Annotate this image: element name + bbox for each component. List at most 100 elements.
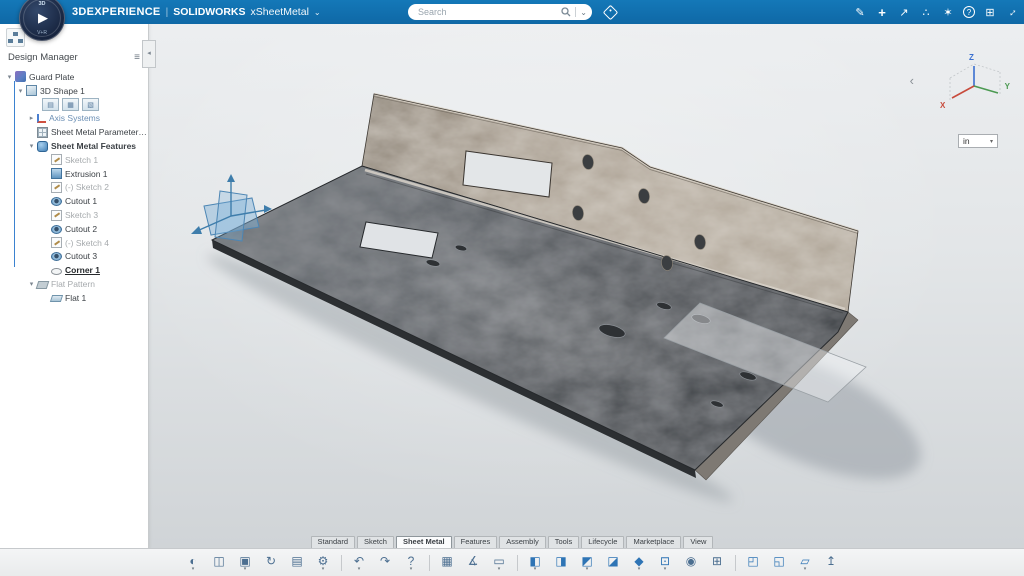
add-content-icon[interactable]: + <box>875 5 889 20</box>
sheet-setup-icon[interactable]: ▤ <box>286 551 309 574</box>
tree-item[interactable]: Cutout 3 <box>0 250 148 264</box>
tree-item[interactable]: Extrusion 1 <box>0 167 148 181</box>
sketched-bend-tool-icon[interactable]: ◪ <box>602 551 625 574</box>
tree-item[interactable]: Sheet Metal Parameters 1 <box>0 125 148 139</box>
app-grid-icon[interactable]: ⊞ <box>983 6 997 19</box>
view-mode-icon[interactable]: ◐ ▾ <box>182 551 205 574</box>
toolbar-divider <box>735 555 736 571</box>
tree-item[interactable]: ▾ 3D Shape 1 <box>0 84 148 98</box>
y-axis-label: Y <box>1005 82 1010 91</box>
dropdown-caret-icon: ▾ <box>322 567 325 571</box>
annotate-pen-icon[interactable]: ✎ <box>853 6 867 19</box>
section-view-icon[interactable]: ◫ <box>208 551 231 574</box>
unfold-tool-icon[interactable]: ◰ <box>742 551 765 574</box>
3d-viewport[interactable]: ‹ Z Y X in ▾ <box>149 24 1024 549</box>
app-switch-chevron-icon[interactable]: ⌄ <box>314 8 321 17</box>
dropdown-caret-icon: ▾ <box>498 567 501 571</box>
assistant-wand-icon[interactable]: ✶ <box>941 6 955 19</box>
cutout-icon <box>51 252 62 261</box>
search-icon[interactable] <box>561 7 571 17</box>
sheet-metal-part[interactable] <box>149 24 1024 549</box>
expander-icon[interactable]: ▾ <box>27 142 36 150</box>
flat-icon <box>50 295 63 302</box>
representation-shaded-icon[interactable] <box>42 98 59 111</box>
view-orientation-triad[interactable]: Z Y X <box>938 56 1010 118</box>
hole-tool-icon[interactable]: ◉ <box>680 551 703 574</box>
update-icon[interactable]: ↻ <box>260 551 283 574</box>
extrusion-icon <box>51 168 62 179</box>
corner-tool-icon[interactable]: ◆ ▾ <box>628 551 651 574</box>
save-icon[interactable]: ▣ ▾ <box>234 551 257 574</box>
app-title: 3DEXPERIENCE | SOLIDWORKS xSheetMetal ⌄ <box>72 0 321 24</box>
triad-axes <box>938 56 1010 116</box>
hem-tool-icon[interactable]: ◨ <box>550 551 573 574</box>
tag-icon[interactable] <box>603 5 619 21</box>
tree-item[interactable]: (-) Sketch 2 <box>0 181 148 195</box>
tree-item[interactable]: Cutout 2 <box>0 222 148 236</box>
help-tool-icon[interactable]: ? ▾ <box>400 551 423 574</box>
flange-tool-icon[interactable]: ◧ ▾ <box>524 551 547 574</box>
dropdown-caret-icon: ▾ <box>358 567 361 571</box>
panel-header: Design Manager ≡ <box>0 50 148 67</box>
dropdown-caret-icon: ▾ <box>192 567 195 571</box>
redo-icon[interactable]: ↷ <box>374 551 397 574</box>
network-apps-icon[interactable]: ∴ <box>919 6 933 19</box>
topbar-actions: ✎ + ↗ ∴ ✶? ⊞ ↔ <box>853 0 1019 24</box>
tree-item[interactable]: Corner 1 <box>0 263 148 277</box>
tree-item[interactable]: ▾ Flat Pattern <box>0 277 148 291</box>
dropdown-caret-icon: ▾ <box>586 567 589 571</box>
undo-icon[interactable]: ↶ ▾ <box>348 551 371 574</box>
tree-item[interactable]: ▸ Axis Systems <box>0 112 148 126</box>
expander-icon[interactable]: ▾ <box>16 87 25 95</box>
representation-buttons <box>0 98 148 112</box>
bom-table-icon[interactable]: ▦ <box>436 551 459 574</box>
tree-item[interactable]: ▾ Guard Plate <box>0 70 148 84</box>
flat-pattern-icon <box>36 281 50 289</box>
search-box: ⌄ <box>408 4 592 20</box>
export-tool-icon[interactable]: ↥ <box>820 551 843 574</box>
tree-item[interactable]: (-) Sketch 4 <box>0 236 148 250</box>
application-window: 3DEXPERIENCE | SOLIDWORKS xSheetMetal ⌄ … <box>0 0 1024 576</box>
tree-item[interactable]: Sketch 1 <box>0 153 148 167</box>
expander-icon[interactable]: ▾ <box>27 280 36 288</box>
representation-wireframe-icon[interactable] <box>82 98 99 111</box>
design-manager-panel: Design Manager ≡ ▾ Guard Plate ▾ 3D Shap… <box>0 24 149 549</box>
cutout-icon <box>51 197 62 206</box>
sketch-icon <box>51 182 62 193</box>
search-divider <box>575 7 576 17</box>
expander-icon[interactable]: ▸ <box>27 114 36 122</box>
fold-tool-icon[interactable]: ◱ <box>768 551 791 574</box>
search-options-chevron-icon[interactable]: ⌄ <box>580 8 587 17</box>
sheet-metal-features-icon <box>37 141 48 152</box>
panel-collapse-button[interactable]: ◂ <box>142 40 156 68</box>
fullscreen-icon[interactable]: ↔ <box>1003 3 1021 21</box>
axis-systems-icon <box>37 114 46 123</box>
tree-item[interactable]: Cutout 1 <box>0 194 148 208</box>
panel-menu-icon[interactable]: ≡ <box>134 52 140 63</box>
expander-icon[interactable]: ▾ <box>5 73 14 81</box>
settings-gear-icon[interactable]: ⚙ ▾ <box>312 551 335 574</box>
representation-mesh-icon[interactable] <box>62 98 79 111</box>
tree-item[interactable]: Sketch 3 <box>0 208 148 222</box>
share-icon[interactable]: ↗ <box>897 6 911 19</box>
corner-icon <box>51 268 62 275</box>
compass-3d-label: 3D <box>38 1 45 7</box>
tree-item[interactable]: ▾ Sheet Metal Features <box>0 139 148 153</box>
cutout-tool-icon[interactable]: ⊡ ▾ <box>654 551 677 574</box>
help-icon[interactable]: ? <box>963 6 975 18</box>
units-select[interactable]: in ▾ <box>958 134 998 148</box>
sketch-icon <box>51 210 62 221</box>
tree-item[interactable]: Flat 1 <box>0 291 148 305</box>
app-name: xSheetMetal <box>251 6 309 18</box>
search-input[interactable] <box>416 6 561 18</box>
top-bar: 3DEXPERIENCE | SOLIDWORKS xSheetMetal ⌄ … <box>0 0 1024 24</box>
tree-root-items: ▾ Guard Plate ▾ 3D Shape 1 <box>0 70 148 98</box>
jog-tool-icon[interactable]: ◩ ▾ <box>576 551 599 574</box>
viewport-panel-chevron-icon[interactable]: ‹ <box>910 76 914 86</box>
dropdown-caret-icon: ▾ <box>638 567 641 571</box>
vent-tool-icon[interactable]: ⊞ <box>706 551 729 574</box>
flatten-tool-icon[interactable]: ▱ ▾ <box>794 551 817 574</box>
cutout-icon <box>51 225 62 234</box>
annotation-icon[interactable]: ▭ ▾ <box>488 551 511 574</box>
measure-icon[interactable]: ∡ <box>462 551 485 574</box>
